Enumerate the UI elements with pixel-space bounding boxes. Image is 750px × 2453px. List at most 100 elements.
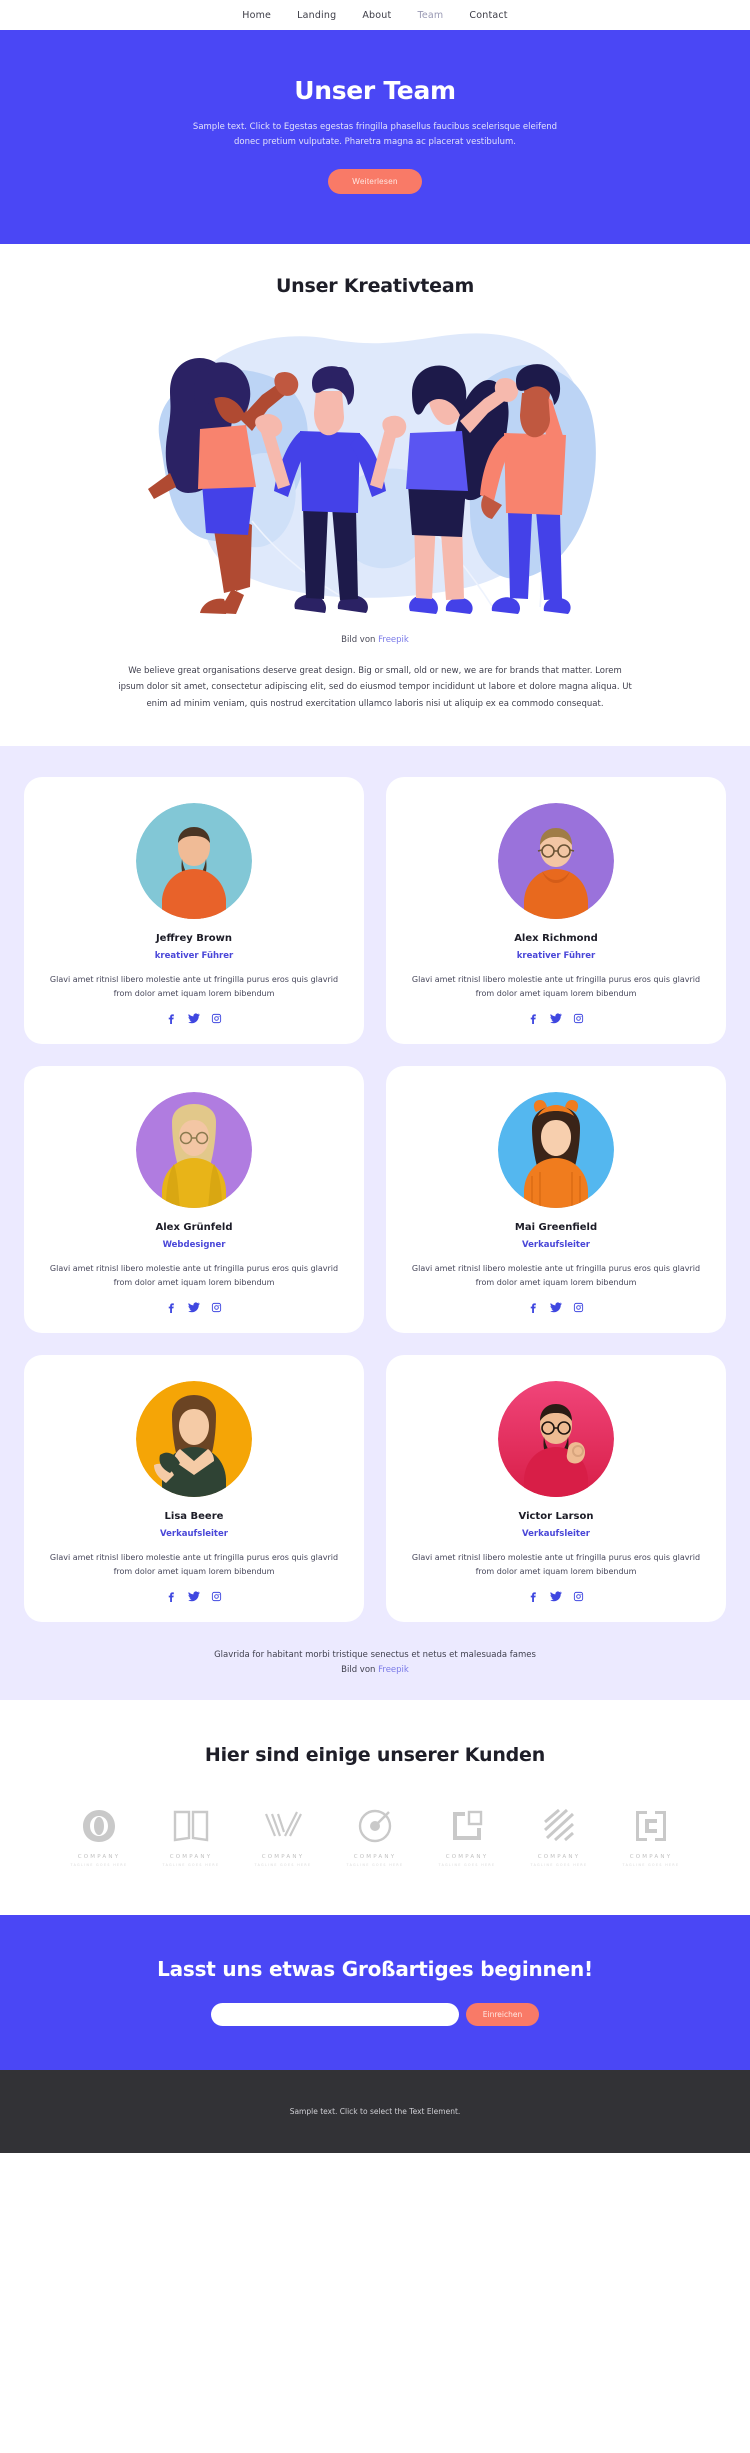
facebook-icon[interactable] (528, 1302, 539, 1313)
team-member-card[interactable]: Alex Richmond kreativer Führer Glavi ame… (386, 777, 726, 1045)
cta-email-input[interactable] (210, 2003, 459, 2027)
creative-team-section: Unser Kreativteam Bild von Freepik We be… (0, 243, 750, 747)
client-logo[interactable]: COMPANY TAGLINE GOES HERE (615, 1806, 687, 1867)
team-member-card[interactable]: Alex Grünfeld Webdesigner Glavi amet rit… (24, 1066, 364, 1334)
twitter-icon[interactable] (188, 1301, 200, 1313)
avatar (136, 1381, 252, 1498)
client-logo-tagline: TAGLINE GOES HERE (622, 1863, 680, 1868)
clients-section: Hier sind einige unserer Kunden COMPANY … (0, 1700, 750, 1916)
member-name: Alex Richmond (514, 933, 598, 945)
client-logo-name: COMPANY (537, 1854, 581, 1861)
team-member-card[interactable]: Mai Greenfield Verkaufsleiter Glavi amet… (386, 1066, 726, 1334)
twitter-icon[interactable] (188, 1012, 200, 1024)
facebook-icon[interactable] (166, 1302, 177, 1313)
client-logo[interactable]: COMPANY TAGLINE GOES HERE (247, 1806, 319, 1867)
instagram-icon[interactable] (573, 1302, 584, 1313)
illustration-credit-link[interactable]: Freepik (378, 635, 409, 645)
instagram-icon[interactable] (211, 1591, 222, 1602)
member-description: Glavi amet ritnisl libero molestie ante … (411, 1553, 701, 1577)
client-logo[interactable]: COMPANY TAGLINE GOES HERE (523, 1806, 595, 1867)
client-logo-name: COMPANY (629, 1854, 673, 1861)
hero-title: Unser Team (294, 76, 456, 105)
avatar (498, 1381, 614, 1498)
site-footer: Sample text. Click to select the Text El… (0, 2070, 750, 2154)
member-role: kreativer Führer (154, 951, 234, 962)
illustration-credit: Bild von Freepik (0, 635, 750, 645)
book-mark (173, 1810, 209, 1842)
member-name: Alex Grünfeld (155, 1222, 233, 1234)
client-logo-name: COMPANY (77, 1854, 121, 1861)
team-footer-text: Glavrida for habitant morbi tristique se… (214, 1650, 536, 1661)
client-logo-name: COMPANY (261, 1854, 305, 1861)
nav-item-landing[interactable]: Landing (297, 10, 336, 21)
instagram-icon[interactable] (573, 1013, 584, 1024)
ring-mark (83, 1810, 115, 1843)
twitter-icon[interactable] (550, 1590, 562, 1602)
bracket-mark (636, 1811, 666, 1842)
team-members-section: Jeffrey Brown kreativer Führer Glavi ame… (0, 746, 750, 1701)
nav-item-team[interactable]: Team (417, 10, 443, 21)
creative-team-title: Unser Kreativteam (275, 274, 475, 297)
member-description: Glavi amet ritnisl libero molestie ante … (49, 1264, 339, 1288)
client-logo[interactable]: COMPANY TAGLINE GOES HERE (339, 1806, 411, 1867)
avatar (136, 803, 252, 920)
member-description: Glavi amet ritnisl libero molestie ante … (49, 975, 339, 999)
facebook-icon[interactable] (528, 1013, 539, 1024)
client-logo-row: COMPANY TAGLINE GOES HERE COMPANY TAGLIN… (0, 1806, 750, 1867)
creative-team-body: We believe great organisations deserve g… (118, 665, 632, 709)
instagram-icon[interactable] (211, 1302, 222, 1313)
avatar (136, 1092, 252, 1209)
instagram-icon[interactable] (211, 1013, 222, 1024)
member-social-links (44, 1590, 344, 1602)
team-footer-credit: Bild von Freepik (24, 1663, 726, 1678)
member-social-links (406, 1590, 706, 1602)
team-footer-credit-link[interactable]: Freepik (378, 1665, 409, 1675)
member-name: Mai Greenfield (514, 1222, 598, 1234)
team-celebration-illustration (148, 333, 596, 614)
team-member-card[interactable]: Victor Larson Verkaufsleiter Glavi amet … (386, 1355, 726, 1623)
nav-item-contact[interactable]: Contact (469, 10, 507, 21)
member-description: Glavi amet ritnisl libero molestie ante … (49, 1553, 339, 1577)
cta-subscribe-form: Einreichen (0, 2003, 750, 2027)
member-role: kreativer Führer (516, 951, 596, 962)
avatar (498, 803, 614, 920)
nav-item-about[interactable]: About (362, 10, 391, 21)
hero-subtitle: Sample text. Click to Egestas egestas fr… (192, 122, 558, 147)
facebook-icon[interactable] (166, 1591, 177, 1602)
facebook-icon[interactable] (528, 1591, 539, 1602)
member-role: Verkaufsleiter (522, 1240, 590, 1251)
team-grid: Jeffrey Brown kreativer Führer Glavi ame… (24, 777, 726, 1623)
hero-read-more-button[interactable]: Weiterlesen (328, 168, 422, 194)
client-logo-tagline: TAGLINE GOES HERE (438, 1863, 496, 1868)
cta-title: Lasst uns etwas Großartiges beginnen! (157, 1957, 593, 1982)
member-name: Jeffrey Brown (155, 933, 233, 945)
team-member-card[interactable]: Jeffrey Brown kreativer Führer Glavi ame… (24, 777, 364, 1045)
client-logo-name: COMPANY (169, 1854, 213, 1861)
client-logo-tagline: TAGLINE GOES HERE (162, 1863, 220, 1868)
client-logo[interactable]: COMPANY TAGLINE GOES HERE (431, 1806, 503, 1867)
client-logo[interactable]: COMPANY TAGLINE GOES HERE (63, 1806, 135, 1867)
member-social-links (44, 1012, 344, 1024)
team-member-card[interactable]: Lisa Beere Verkaufsleiter Glavi amet rit… (24, 1355, 364, 1623)
twitter-icon[interactable] (188, 1590, 200, 1602)
twitter-icon[interactable] (550, 1301, 562, 1313)
cta-submit-button[interactable]: Einreichen (465, 2003, 540, 2027)
member-role: Webdesigner (162, 1240, 226, 1251)
circle-mark (358, 1809, 392, 1843)
facebook-icon[interactable] (166, 1013, 177, 1024)
clients-title: Hier sind einige unserer Kunden (204, 1744, 546, 1767)
twitter-icon[interactable] (550, 1012, 562, 1024)
main-navigation: Home Landing About Team Contact (0, 0, 750, 30)
member-social-links (406, 1012, 706, 1024)
member-name: Lisa Beere (164, 1511, 224, 1523)
client-logo[interactable]: COMPANY TAGLINE GOES HERE (155, 1806, 227, 1867)
client-logo-tagline: TAGLINE GOES HERE (254, 1863, 312, 1868)
team-footer-note: Glavrida for habitant morbi tristique se… (24, 1648, 726, 1678)
instagram-icon[interactable] (573, 1591, 584, 1602)
nav-item-home[interactable]: Home (242, 10, 271, 21)
footer-text: Sample text. Click to select the Text El… (289, 2107, 461, 2117)
member-name: Victor Larson (518, 1511, 594, 1523)
member-social-links (44, 1301, 344, 1313)
client-logo-tagline: TAGLINE GOES HERE (70, 1863, 128, 1868)
client-logo-tagline: TAGLINE GOES HERE (530, 1863, 588, 1868)
